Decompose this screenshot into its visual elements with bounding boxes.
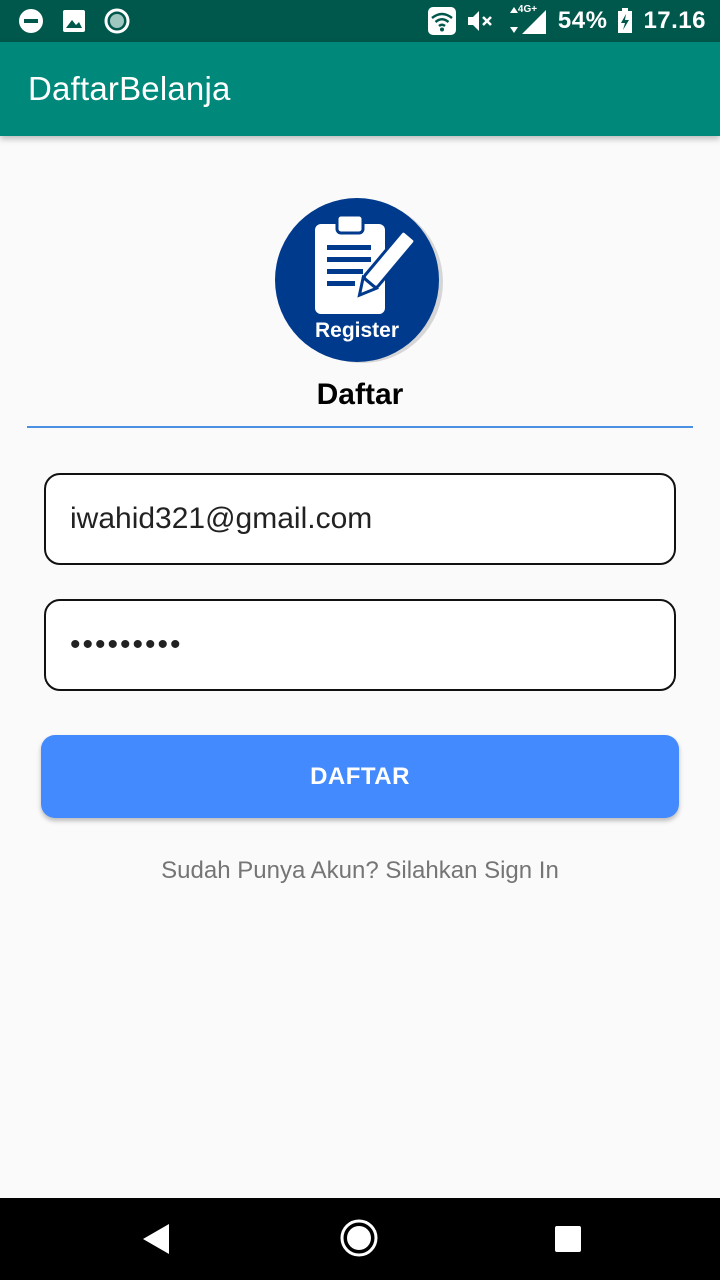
register-button[interactable]: DAFTAR bbox=[41, 735, 679, 818]
clock: 17.16 bbox=[643, 7, 706, 34]
network-type: 4G+ bbox=[517, 4, 538, 15]
password-field[interactable] bbox=[44, 599, 676, 691]
recents-icon[interactable] bbox=[546, 1217, 590, 1261]
navigation-bar bbox=[0, 1198, 720, 1280]
email-field[interactable] bbox=[44, 473, 676, 565]
record-icon bbox=[104, 8, 130, 34]
dnd-icon bbox=[18, 8, 44, 34]
app-title: DaftarBelanja bbox=[28, 70, 231, 107]
wifi-icon bbox=[427, 7, 456, 35]
register-logo: Register bbox=[275, 197, 445, 363]
status-bar-right: 4G+ 54% 17.16 bbox=[427, 4, 706, 35]
signin-link[interactable]: Sudah Punya Akun? Silahkan Sign In bbox=[0, 857, 720, 885]
battery-percent: 54% bbox=[557, 7, 608, 34]
battery-icon bbox=[617, 8, 633, 34]
back-icon[interactable] bbox=[134, 1217, 178, 1261]
home-icon[interactable] bbox=[336, 1215, 382, 1261]
status-bar: 4G+ 54% 17.16 bbox=[0, 0, 720, 42]
divider bbox=[27, 426, 693, 428]
signal-icon: 4G+ bbox=[506, 4, 548, 35]
status-bar-left bbox=[18, 8, 130, 34]
logo-label: Register bbox=[315, 319, 399, 342]
page-title: Daftar bbox=[316, 378, 404, 411]
mute-icon bbox=[466, 9, 496, 33]
image-icon bbox=[62, 9, 86, 33]
app-bar: DaftarBelanja bbox=[0, 42, 720, 136]
